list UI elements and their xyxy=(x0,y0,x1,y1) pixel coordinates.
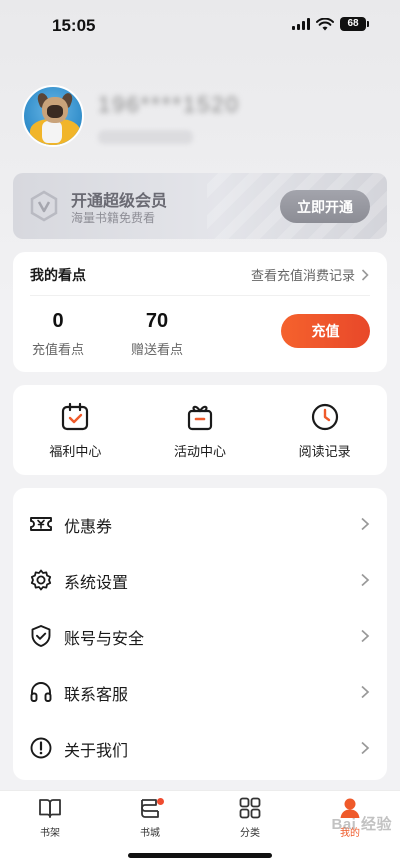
quick-label: 阅读记录 xyxy=(298,445,351,460)
menu-item-settings[interactable]: 系统设置 xyxy=(13,552,387,608)
vip-title: 开通超级会员 xyxy=(71,191,168,210)
user-id-blurred xyxy=(98,130,193,144)
recharged-points-label: 充值看点 xyxy=(31,343,84,358)
avatar[interactable] xyxy=(22,85,84,147)
settings-menu: 优惠券 系统设置 账号与安全 联系客服 关于我们 xyxy=(13,488,387,780)
vip-diamond-icon xyxy=(30,190,58,222)
divider xyxy=(30,295,370,296)
tab-label: 书架 xyxy=(40,828,60,839)
status-bar: 15:05 68 xyxy=(0,0,400,54)
home-indicator xyxy=(128,853,272,858)
tab-bookshelf[interactable]: 书架 xyxy=(10,795,90,845)
recharged-points-value: 0 xyxy=(52,310,64,332)
status-time: 15:05 xyxy=(52,16,96,35)
tab-categories[interactable]: 分类 xyxy=(210,795,290,845)
battery-icon: 68 xyxy=(340,17,369,31)
signal-icon xyxy=(292,18,310,30)
recharge-history-link[interactable]: 查看充值消费记录 xyxy=(251,265,369,284)
watermark: Bai 经验 xyxy=(331,816,392,833)
reading-history[interactable]: 阅读记录 xyxy=(262,385,387,475)
welfare-center[interactable]: 福利中心 xyxy=(13,385,138,475)
vip-banner[interactable]: 开通超级会员 海量书籍免费看 立即开通 xyxy=(13,173,387,239)
gift-icon xyxy=(187,405,213,431)
menu-label: 优惠券 xyxy=(64,517,113,536)
open-vip-button[interactable]: 立即开通 xyxy=(280,190,370,223)
chevron-right-icon xyxy=(361,629,370,643)
quick-actions: 福利中心 活动中心 阅读记录 xyxy=(13,385,387,475)
gift-points-value: 70 xyxy=(145,310,169,332)
quick-label: 活动中心 xyxy=(174,445,227,460)
menu-item-customer-service[interactable]: 联系客服 xyxy=(13,664,387,720)
activity-center[interactable]: 活动中心 xyxy=(138,385,263,475)
gift-points-label: 赠送看点 xyxy=(130,343,183,358)
chevron-right-icon xyxy=(361,685,370,699)
menu-item-coupons[interactable]: 优惠券 xyxy=(13,496,387,552)
quick-label: 福利中心 xyxy=(49,445,102,460)
menu-label: 联系客服 xyxy=(64,685,129,704)
chevron-right-icon xyxy=(361,517,370,531)
chevron-right-icon xyxy=(361,741,370,755)
menu-item-about-us[interactable]: 关于我们 xyxy=(13,720,387,776)
chevron-right-icon xyxy=(361,268,369,281)
grid-icon xyxy=(239,797,261,819)
clock-icon xyxy=(311,403,338,431)
calendar-check-icon xyxy=(62,402,89,431)
coupon-icon xyxy=(30,517,52,531)
points-title: 我的看点 xyxy=(30,268,86,284)
points-card: 我的看点 查看充值消费记录 0 充值看点 70 赠送看点 充值 xyxy=(13,252,387,372)
vip-subtitle: 海量书籍免费看 xyxy=(71,211,156,225)
menu-label: 账号与安全 xyxy=(64,629,145,648)
notification-dot xyxy=(157,798,164,805)
menu-label: 系统设置 xyxy=(64,573,129,592)
chevron-right-icon xyxy=(361,573,370,587)
tab-label: 书城 xyxy=(140,828,160,839)
wifi-icon xyxy=(316,17,334,30)
menu-label: 关于我们 xyxy=(64,741,129,760)
status-icons: 68 xyxy=(292,17,369,31)
tab-label: 分类 xyxy=(240,828,260,839)
recharge-history-label: 查看充值消费记录 xyxy=(250,269,355,284)
gear-icon xyxy=(30,569,52,591)
recharge-button[interactable]: 充值 xyxy=(281,314,370,348)
info-icon xyxy=(30,737,52,759)
tab-bookstore[interactable]: 书城 xyxy=(110,795,190,845)
menu-item-account-security[interactable]: 账号与安全 xyxy=(13,608,387,664)
headphones-icon xyxy=(30,682,52,702)
shield-check-icon xyxy=(31,625,51,647)
book-icon xyxy=(39,799,61,818)
username: 196****1520 xyxy=(98,92,240,117)
